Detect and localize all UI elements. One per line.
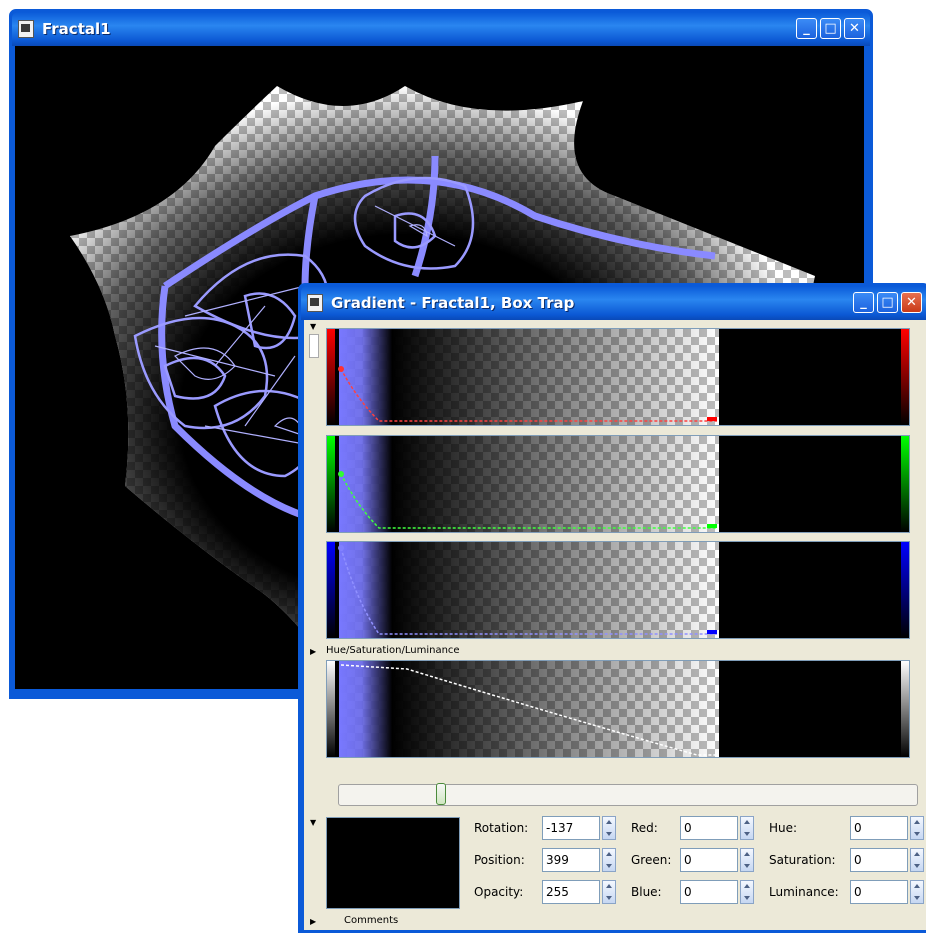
gradient-editor: ▼ ▶ Hue/Saturation/Luminance ▼ Rotation:… [304, 320, 926, 930]
green-spinner[interactable] [740, 848, 754, 872]
blue-value: 0 [684, 885, 692, 899]
red-curve[interactable] [327, 329, 910, 426]
expand-hsl-icon[interactable]: ▶ [310, 647, 316, 656]
gradient-titlebar[interactable]: Gradient - Fractal1, Box Trap _ □ ✕ [301, 286, 926, 320]
green-label: Green: [631, 853, 672, 867]
expand-comments-icon[interactable]: ▶ [310, 917, 316, 926]
hue-input[interactable]: 0 [850, 816, 908, 840]
red-spinner[interactable] [740, 816, 754, 840]
red-channel-strip[interactable] [326, 328, 910, 426]
red-value: 0 [684, 821, 692, 835]
position-label: Position: [474, 853, 525, 867]
luminance-spinner[interactable] [910, 880, 924, 904]
rotation-input[interactable]: -137 [542, 816, 600, 840]
gradient-window-title: Gradient - Fractal1, Box Trap [331, 294, 575, 312]
maximize-button[interactable]: □ [877, 292, 898, 313]
luminance-input[interactable]: 0 [850, 880, 908, 904]
blue-spinner[interactable] [740, 880, 754, 904]
opacity-input[interactable]: 255 [542, 880, 600, 904]
close-button[interactable]: ✕ [844, 18, 865, 39]
opacity-spinner[interactable] [602, 880, 616, 904]
luminance-channel-strip[interactable] [326, 660, 910, 758]
green-input[interactable]: 0 [680, 848, 738, 872]
gradient-window: Gradient - Fractal1, Box Trap _ □ ✕ ▼ ▶ … [298, 283, 926, 933]
opacity-label: Opacity: [474, 885, 524, 899]
document-icon [18, 20, 34, 38]
blue-input[interactable]: 0 [680, 880, 738, 904]
hsl-section-label: Hue/Saturation/Luminance [326, 645, 460, 656]
maximize-button[interactable]: □ [820, 18, 841, 39]
hue-value: 0 [854, 821, 862, 835]
document-icon [307, 294, 323, 312]
close-button[interactable]: ✕ [901, 292, 922, 313]
position-slider-track[interactable] [338, 783, 918, 806]
fractal-titlebar[interactable]: Fractal1 _ □ ✕ [12, 12, 870, 46]
collapse-rgb-icon[interactable]: ▼ [310, 322, 316, 331]
luminance-label: Luminance: [769, 885, 839, 899]
hue-label: Hue: [769, 821, 798, 835]
minimize-button[interactable]: _ [796, 18, 817, 39]
color-preview-swatch [326, 817, 460, 909]
red-label: Red: [631, 821, 658, 835]
saturation-spinner[interactable] [910, 848, 924, 872]
minimize-button[interactable]: _ [853, 292, 874, 313]
hue-spinner[interactable] [910, 816, 924, 840]
blue-channel-strip[interactable] [326, 541, 910, 639]
blue-curve[interactable] [327, 542, 910, 639]
luminance-value: 0 [854, 885, 862, 899]
position-input[interactable]: 399 [542, 848, 600, 872]
rotation-label: Rotation: [474, 821, 529, 835]
position-slider-thumb[interactable] [436, 783, 446, 805]
blue-label: Blue: [631, 885, 662, 899]
comments-label: Comments [344, 915, 399, 926]
saturation-value: 0 [854, 853, 862, 867]
fractal-window-title: Fractal1 [42, 20, 111, 38]
luminance-curve[interactable] [327, 661, 910, 758]
collapse-preview-icon[interactable]: ▼ [310, 818, 316, 827]
position-spinner[interactable] [602, 848, 616, 872]
position-value: 399 [546, 853, 569, 867]
green-curve[interactable] [327, 436, 910, 533]
saturation-label: Saturation: [769, 853, 836, 867]
red-input[interactable]: 0 [680, 816, 738, 840]
rotation-spinner[interactable] [602, 816, 616, 840]
vertical-scroll-thumb[interactable] [309, 334, 319, 358]
green-value: 0 [684, 853, 692, 867]
saturation-input[interactable]: 0 [850, 848, 908, 872]
opacity-value: 255 [546, 885, 569, 899]
rotation-value: -137 [546, 821, 574, 835]
green-channel-strip[interactable] [326, 435, 910, 533]
